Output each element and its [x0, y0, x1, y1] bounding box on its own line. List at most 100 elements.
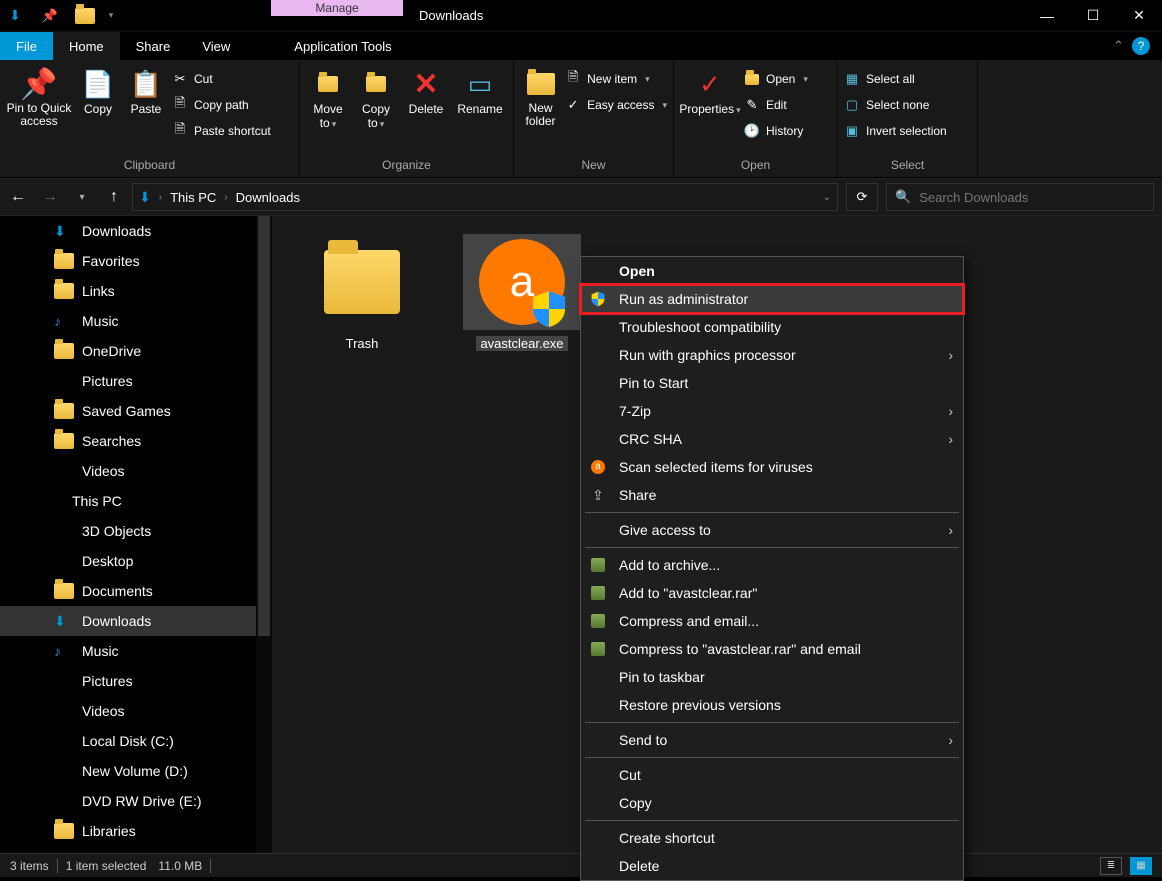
context-menu-item-7-zip[interactable]: 7-Zip› — [581, 397, 963, 425]
sidebar-item-downloads[interactable]: ⬇Downloads — [0, 216, 272, 246]
breadcrumb[interactable]: ⬇ › This PC › Downloads ⌄ — [132, 183, 838, 211]
tab-application-tools[interactable]: Application Tools — [278, 32, 407, 60]
history-button[interactable]: 🕑History — [744, 120, 808, 142]
rename-button[interactable]: ▭ Rename — [454, 64, 506, 116]
pin-icon[interactable]: 📌 — [39, 5, 61, 27]
sidebar-item-music[interactable]: ♪Music — [0, 306, 272, 336]
breadcrumb-root[interactable]: This PC — [170, 190, 216, 205]
collapse-ribbon-icon[interactable]: ⌃ — [1113, 38, 1124, 54]
rar-icon — [589, 640, 607, 658]
context-menu-item-copy[interactable]: Copy — [581, 789, 963, 817]
sidebar-scrollbar[interactable] — [256, 216, 272, 853]
context-menu-item-create-shortcut[interactable]: Create shortcut — [581, 824, 963, 852]
sidebar-item-new-volume-d-[interactable]: New Volume (D:) — [0, 756, 272, 786]
select-all-icon: ▦ — [844, 71, 860, 87]
context-menu-item-send-to[interactable]: Send to› — [581, 726, 963, 754]
close-button[interactable]: ✕ — [1116, 0, 1162, 31]
invert-selection-button[interactable]: ▣Invert selection — [844, 120, 947, 142]
tab-file[interactable]: File — [0, 32, 53, 60]
sidebar-item-label: 3D Objects — [82, 523, 151, 539]
view-large-icons-button[interactable]: ▦ — [1130, 857, 1152, 875]
easy-access-button[interactable]: ✓Easy access▾ — [565, 94, 667, 116]
sidebar-item-downloads[interactable]: ⬇Downloads — [0, 606, 272, 636]
qat-dropdown-icon[interactable]: ▾ — [100, 5, 122, 27]
context-menu-item-add-to-avastclear-rar[interactable]: Add to "avastclear.rar" — [581, 579, 963, 607]
context-menu-item-cut[interactable]: Cut — [581, 761, 963, 789]
sidebar-item-onedrive[interactable]: OneDrive — [0, 336, 272, 366]
tab-view[interactable]: View — [186, 32, 246, 60]
copy-path-button[interactable]: 🗎Copy path — [172, 94, 271, 116]
chevron-down-icon[interactable]: ⌄ — [823, 192, 831, 203]
context-menu-item-troubleshoot-compatibility[interactable]: Troubleshoot compatibility — [581, 313, 963, 341]
pin-to-quick-access-button[interactable]: 📌 Pin to Quick access — [6, 64, 72, 128]
folder-icon — [54, 403, 72, 419]
sidebar-item-local-disk-c-[interactable]: Local Disk (C:) — [0, 726, 272, 756]
sidebar-item-favorites[interactable]: Favorites — [0, 246, 272, 276]
search-input[interactable]: 🔍 Search Downloads — [886, 183, 1154, 211]
move-to-button[interactable]: Move to▾ — [306, 64, 350, 130]
sidebar-item-links[interactable]: Links — [0, 276, 272, 306]
help-icon[interactable]: ? — [1132, 37, 1150, 55]
sidebar-item-pictures[interactable]: Pictures — [0, 366, 272, 396]
paste-icon: 📋 — [130, 68, 162, 100]
sidebar-item-videos[interactable]: Videos — [0, 696, 272, 726]
copy-to-button[interactable]: Copy to▾ — [354, 64, 398, 130]
context-menu-item-scan-selected-items-for-viruses[interactable]: aScan selected items for viruses — [581, 453, 963, 481]
paste-shortcut-icon: 🗎 — [172, 123, 188, 139]
delete-button[interactable]: ✕ Delete — [402, 64, 450, 116]
sidebar-item-libraries[interactable]: Libraries — [0, 816, 272, 846]
context-menu-item-compress-and-email[interactable]: Compress and email... — [581, 607, 963, 635]
context-menu-item-restore-previous-versions[interactable]: Restore previous versions — [581, 691, 963, 719]
paste-shortcut-button[interactable]: 🗎Paste shortcut — [172, 120, 271, 142]
edit-button[interactable]: ✎Edit — [744, 94, 808, 116]
file-item-avastclear[interactable]: a avastclear.exe — [456, 234, 588, 351]
sidebar-item-3d-objects[interactable]: 3D Objects — [0, 516, 272, 546]
context-menu-item-crc-sha[interactable]: CRC SHA› — [581, 425, 963, 453]
context-menu-item-share[interactable]: ⇪Share — [581, 481, 963, 509]
new-folder-button[interactable]: New folder — [520, 64, 561, 128]
tab-home[interactable]: Home — [53, 32, 120, 60]
context-menu-item-delete[interactable]: Delete — [581, 852, 963, 880]
open-button[interactable]: Open▾ — [744, 68, 808, 90]
sidebar-item-videos[interactable]: Videos — [0, 456, 272, 486]
sidebar-item-this-pc[interactable]: This PC — [0, 486, 272, 516]
breadcrumb-leaf[interactable]: Downloads — [236, 190, 300, 205]
view-details-button[interactable]: ≣ — [1100, 857, 1122, 875]
share-icon: ⇪ — [589, 486, 607, 504]
forward-button[interactable]: → — [40, 188, 60, 206]
refresh-button[interactable]: ⟳ — [846, 183, 878, 211]
copy-button[interactable]: 📄 Copy — [76, 64, 120, 116]
properties-button[interactable]: ✓ Properties▾ — [680, 64, 740, 116]
folder-icon[interactable] — [74, 5, 96, 27]
sidebar-item-documents[interactable]: Documents — [0, 576, 272, 606]
recent-dropdown-icon[interactable]: ▾ — [72, 192, 92, 203]
cut-button[interactable]: ✂Cut — [172, 68, 271, 90]
context-menu-item-give-access-to[interactable]: Give access to› — [581, 516, 963, 544]
context-menu-item-run-as-administrator[interactable]: Run as administrator — [581, 285, 963, 313]
back-button[interactable]: ← — [8, 188, 28, 206]
context-menu-item-run-with-graphics-processor[interactable]: Run with graphics processor› — [581, 341, 963, 369]
select-all-button[interactable]: ▦Select all — [844, 68, 947, 90]
sidebar-item-dvd-rw-drive-e-[interactable]: DVD RW Drive (E:) — [0, 786, 272, 816]
sidebar-item-music[interactable]: ♪Music — [0, 636, 272, 666]
sidebar-item-label: OneDrive — [82, 343, 141, 359]
sidebar-item-pictures[interactable]: Pictures — [0, 666, 272, 696]
sidebar-item-desktop[interactable]: Desktop — [0, 546, 272, 576]
select-none-button[interactable]: ▢Select none — [844, 94, 947, 116]
context-menu-item-compress-to-avastclear-rar-and-email[interactable]: Compress to "avastclear.rar" and email — [581, 635, 963, 663]
context-menu-item-open[interactable]: Open — [581, 257, 963, 285]
maximize-button[interactable]: ☐ — [1070, 0, 1116, 31]
new-item-button[interactable]: 🗎New item▾ — [565, 68, 667, 90]
sidebar-item-searches[interactable]: Searches — [0, 426, 272, 456]
tab-share[interactable]: Share — [120, 32, 187, 60]
context-menu-item-pin-to-start[interactable]: Pin to Start — [581, 369, 963, 397]
context-menu-item-add-to-archive[interactable]: Add to archive... — [581, 551, 963, 579]
copy-icon: 📄 — [82, 68, 114, 100]
context-menu-item-pin-to-taskbar[interactable]: Pin to taskbar — [581, 663, 963, 691]
sidebar-item-saved-games[interactable]: Saved Games — [0, 396, 272, 426]
file-item-trash[interactable]: Trash — [296, 234, 428, 351]
paste-button[interactable]: 📋 Paste — [124, 64, 168, 116]
down-arrow-icon[interactable]: ⬇ — [4, 5, 26, 27]
up-button[interactable]: ↑ — [104, 188, 124, 206]
minimize-button[interactable]: ― — [1024, 0, 1070, 31]
